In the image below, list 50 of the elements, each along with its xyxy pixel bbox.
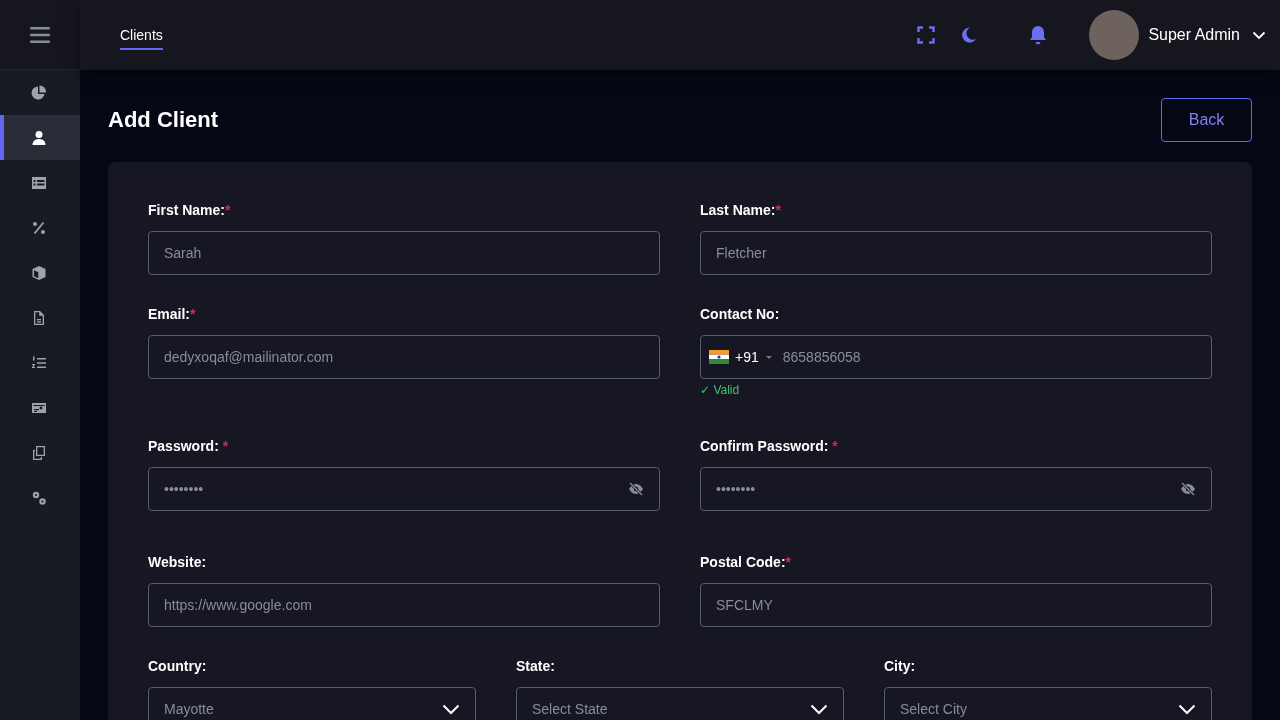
bell-icon[interactable] — [1029, 25, 1048, 45]
input-field[interactable]: Sarah — [148, 231, 660, 275]
field-label: Last Name:* — [700, 202, 781, 218]
copy-icon — [31, 444, 47, 461]
numbered-list-icon — [31, 354, 47, 371]
eye-slash-icon[interactable] — [1180, 482, 1196, 496]
chevron-down-icon — [1178, 703, 1196, 715]
input-field[interactable]: Fletcher — [700, 231, 1212, 275]
cube-icon — [31, 264, 47, 281]
field-label: Postal Code:* — [700, 554, 792, 570]
field-label: First Name:* — [148, 202, 231, 218]
select-field[interactable]: Select City — [884, 687, 1212, 720]
page-title: Add Client — [108, 107, 218, 133]
field-label: Contact No: — [700, 306, 780, 322]
password-field[interactable]: •••••••• — [700, 467, 1212, 511]
fullscreen-icon[interactable] — [917, 26, 936, 44]
field-label: City: — [884, 658, 916, 674]
avatar[interactable] — [1089, 10, 1140, 60]
pie-icon — [31, 84, 47, 101]
field-label: Confirm Password: * — [700, 438, 838, 454]
password-field[interactable]: •••••••• — [148, 467, 660, 511]
table-icon — [31, 174, 47, 191]
input-field[interactable]: dedyxoqaf@mailinator.com — [148, 335, 660, 379]
eye-slash-icon[interactable] — [628, 482, 644, 496]
moon-icon[interactable] — [959, 26, 978, 44]
field-label: Password: * — [148, 438, 229, 454]
percent-icon — [31, 219, 47, 236]
field-label: Email:* — [148, 306, 196, 322]
select-field[interactable]: Select State — [516, 687, 844, 720]
user-icon — [31, 129, 47, 146]
field-label: Website: — [148, 554, 207, 570]
user-menu[interactable]: Super Admin — [1148, 26, 1266, 44]
chevron-down-icon — [442, 703, 460, 715]
field-label: Country: — [148, 658, 207, 674]
chevron-down-icon — [810, 703, 828, 715]
phone-field[interactable]: +91 8658856058 — [700, 335, 1212, 379]
back-button[interactable]: Back — [1161, 98, 1252, 142]
menu-icon[interactable] — [30, 26, 50, 43]
sidebar-item[interactable] — [0, 115, 80, 160]
field-label: State: — [516, 658, 555, 674]
clients-tab[interactable]: Clients — [120, 20, 163, 50]
document-icon — [31, 309, 47, 326]
caret-icon — [764, 354, 773, 360]
chevron-down-icon — [1252, 30, 1266, 40]
validation-message: ✓ Valid — [700, 383, 740, 397]
input-field[interactable]: https://www.google.com — [148, 583, 660, 627]
input-field[interactable]: SFCLMY — [700, 583, 1212, 627]
country-code-selector[interactable]: +91 — [709, 349, 773, 365]
flag-icon — [709, 350, 729, 364]
select-field[interactable]: Mayotte — [148, 687, 476, 720]
